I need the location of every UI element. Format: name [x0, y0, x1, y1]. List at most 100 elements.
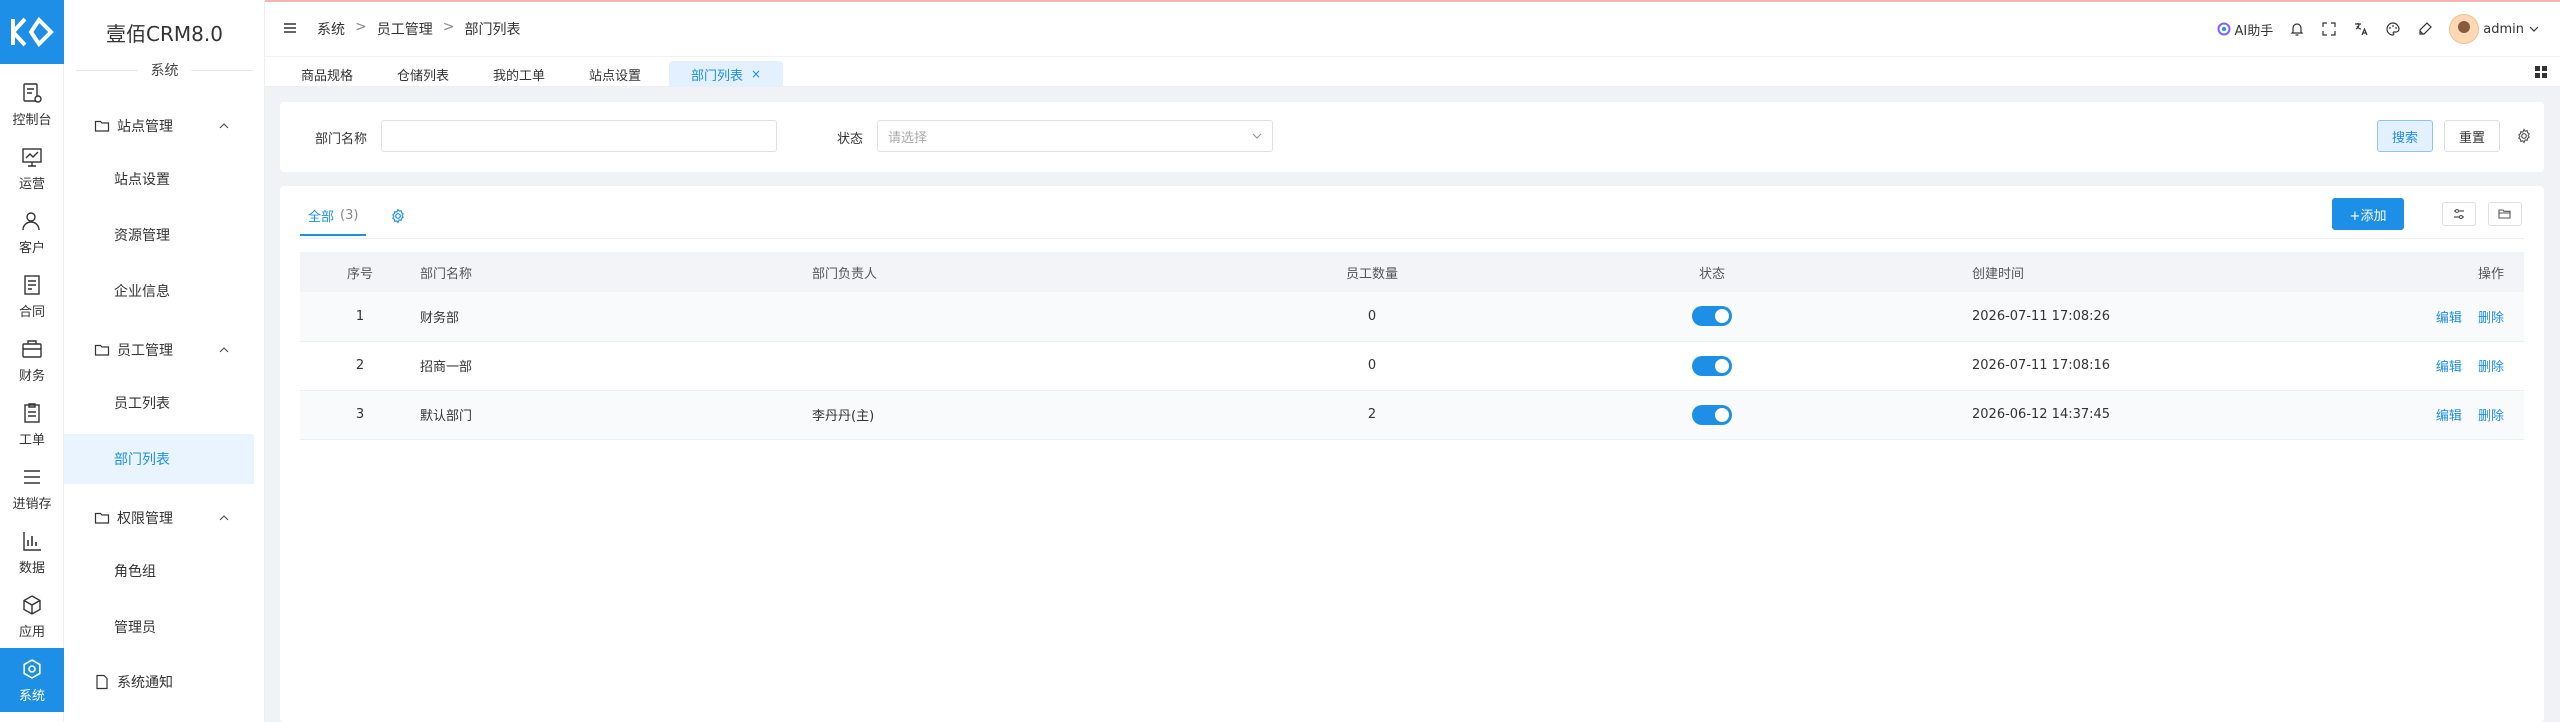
gear-icon[interactable] — [390, 208, 406, 224]
menu-toggle-icon[interactable] — [283, 21, 297, 35]
col-leader: 部门负责人 — [812, 252, 1292, 292]
delete-link[interactable]: 删除 — [2478, 409, 2504, 424]
header-actions: AI助手 admin — [2216, 12, 2540, 46]
row-index: 1 — [300, 292, 420, 342]
sidebar-item-staff-list[interactable]: 员工列表 — [64, 378, 254, 428]
filter-tab-all[interactable]: 全部 (3) — [300, 196, 367, 236]
chevron-down-icon — [2529, 26, 2539, 32]
col-created-time: 创建时间 — [1972, 252, 2324, 292]
search-panel: 部门名称 状态 请选择 搜索 重置 — [280, 102, 2544, 172]
folder-open-icon — [2498, 209, 2511, 219]
sidebar-item-resources[interactable]: 资源管理 — [64, 210, 254, 260]
sidebar-group-permissions[interactable]: 权限管理 — [64, 498, 265, 538]
sidebar-item-admins[interactable]: 管理员 — [64, 602, 254, 652]
tab-warehouse-list[interactable]: 仓储列表 — [375, 61, 471, 87]
bell-icon[interactable] — [2289, 21, 2305, 37]
sidebar-group-site[interactable]: 站点管理 — [64, 106, 265, 146]
rail-item-inventory[interactable]: 进销存 — [0, 456, 64, 520]
rail-item-data[interactable]: 数据 — [0, 520, 64, 584]
operations-icon — [22, 147, 42, 167]
sidebar-item-notice[interactable]: 系统通知 — [64, 662, 265, 702]
page-tabs: 商品规格 仓储列表 我的工单 站点设置 部门列表 × — [265, 57, 2560, 87]
rail-item-contract[interactable]: 合同 — [0, 264, 64, 328]
row-staff-count: 0 — [1292, 341, 1452, 391]
sidebar-group-label: 员工管理 — [117, 343, 173, 359]
row-index: 2 — [300, 341, 420, 391]
palette-icon[interactable] — [2385, 21, 2401, 37]
col-staff-count: 员工数量 — [1292, 252, 1452, 292]
rail-label: 进销存 — [12, 496, 52, 512]
rail-item-customer[interactable]: 客户 — [0, 200, 64, 264]
close-tab-icon[interactable]: × — [751, 67, 761, 81]
search-button[interactable]: 搜索 — [2377, 120, 2433, 152]
row-department-name: 财务部 — [420, 292, 812, 342]
rail-item-dashboard[interactable]: 控制台 — [0, 72, 64, 136]
grid-menu-icon[interactable] — [2534, 65, 2548, 79]
edit-link[interactable]: 编辑 — [2436, 311, 2462, 326]
top-header: 系统 > 员工管理 > 部门列表 AI助手 admin — [265, 2, 2560, 56]
sidebar-item-department-list[interactable]: 部门列表 — [64, 434, 254, 484]
table-header-row: 序号 部门名称 部门负责人 员工数量 状态 创建时间 操作 — [300, 252, 2524, 292]
breadcrumb-sep: > — [442, 19, 455, 35]
status-placeholder: 请选择 — [888, 130, 928, 146]
folder-icon — [94, 512, 110, 524]
divider — [300, 238, 2524, 239]
system-icon — [23, 658, 41, 679]
sidebar-group-staff[interactable]: 员工管理 — [64, 330, 265, 370]
breadcrumb-item[interactable]: 员工管理 — [377, 19, 433, 39]
row-actions: 编辑 删除 — [2324, 292, 2524, 342]
rail-item-system[interactable]: 系统 — [0, 648, 64, 712]
department-name-input[interactable] — [381, 120, 777, 152]
status-toggle[interactable] — [1692, 355, 1732, 376]
sidebar-item-site-settings[interactable]: 站点设置 — [64, 154, 254, 204]
app-logo[interactable] — [0, 0, 64, 64]
col-index: 序号 — [300, 252, 420, 292]
department-table: 序号 部门名称 部门负责人 员工数量 状态 创建时间 操作 1 财务部 0 20… — [300, 252, 2524, 440]
delete-link[interactable]: 删除 — [2478, 360, 2504, 375]
rail-label: 运营 — [18, 176, 45, 192]
row-status-cell — [1452, 292, 1972, 342]
edit-link[interactable]: 编辑 — [2436, 360, 2462, 375]
table-row: 2 招商一部 0 2026-07-11 17:08:16 编辑 删除 — [300, 341, 2524, 391]
tab-site-settings[interactable]: 站点设置 — [567, 61, 663, 87]
row-staff-count: 0 — [1292, 292, 1452, 342]
sidebar-item-company-info[interactable]: 企业信息 — [64, 266, 254, 316]
reset-button[interactable]: 重置 — [2444, 120, 2500, 152]
tab-my-tickets[interactable]: 我的工单 — [471, 61, 567, 87]
department-name-label: 部门名称 — [315, 132, 368, 147]
status-label: 状态 — [837, 132, 864, 147]
folder-button[interactable] — [2488, 202, 2522, 226]
user-menu[interactable]: admin — [2449, 14, 2540, 44]
translate-icon[interactable] — [2353, 21, 2369, 37]
fullscreen-icon[interactable] — [2321, 21, 2337, 37]
ai-label: AI助手 — [2234, 23, 2274, 39]
document-icon — [96, 674, 108, 690]
logo-icon — [11, 16, 54, 48]
gear-icon[interactable] — [2516, 128, 2532, 144]
status-select[interactable]: 请选择 — [877, 120, 1273, 152]
sidebar-item-roles[interactable]: 角色组 — [64, 546, 254, 596]
rail-item-app[interactable]: 应用 — [0, 584, 64, 648]
rail-item-operations[interactable]: 运营 — [0, 136, 64, 200]
row-staff-count: 2 — [1292, 390, 1452, 440]
edit-link[interactable]: 编辑 — [2436, 409, 2462, 424]
rail-label: 合同 — [18, 304, 45, 320]
filter-settings-button[interactable] — [2442, 202, 2476, 226]
chevron-down-icon — [1252, 133, 1262, 139]
status-toggle[interactable] — [1692, 306, 1732, 327]
app-name: 壹佰CRM8.0 — [106, 22, 223, 46]
add-button[interactable]: +添加 — [2332, 198, 2404, 230]
clear-cache-icon[interactable] — [2417, 21, 2433, 37]
row-status-cell — [1452, 341, 1972, 391]
sliders-icon — [2454, 209, 2464, 219]
tab-product-spec[interactable]: 商品规格 — [279, 61, 375, 87]
rail-label: 客户 — [18, 240, 45, 256]
rail-item-ticket[interactable]: 工单 — [0, 392, 64, 456]
ai-assistant-button[interactable]: AI助手 — [2216, 20, 2274, 39]
breadcrumb-item[interactable]: 系统 — [317, 19, 345, 39]
tab-department-list[interactable]: 部门列表 × — [669, 61, 784, 87]
delete-link[interactable]: 删除 — [2478, 311, 2504, 326]
section-title: 系统 — [64, 60, 265, 80]
status-toggle[interactable] — [1692, 404, 1732, 425]
rail-item-finance[interactable]: 财务 — [0, 328, 64, 392]
